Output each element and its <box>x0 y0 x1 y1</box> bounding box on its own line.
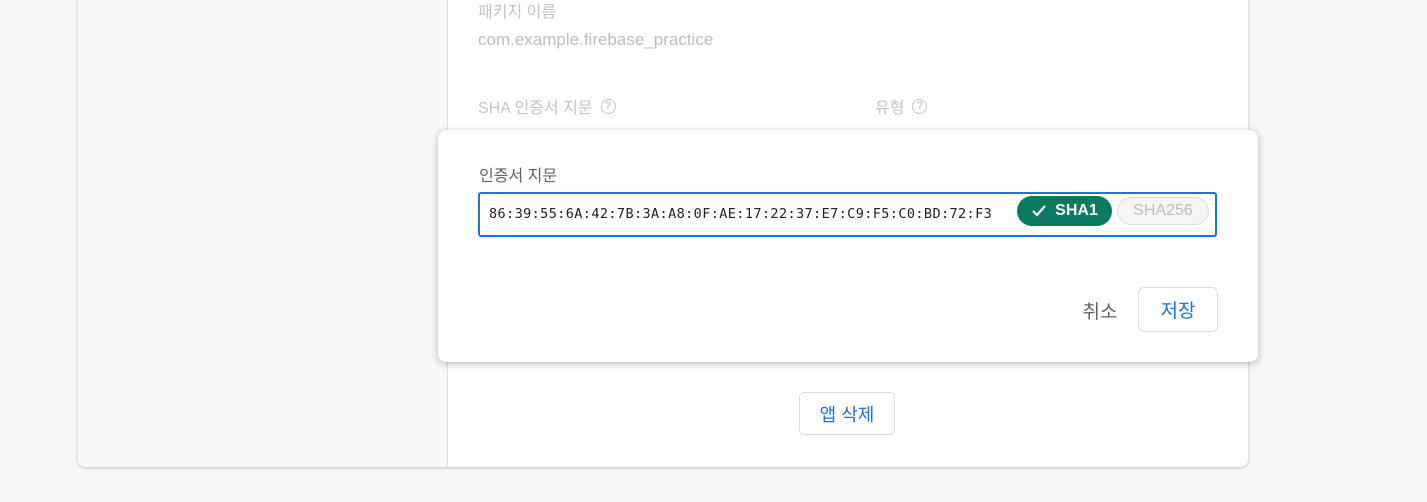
sha-fingerprint-header: SHA 인증서 지문 ? <box>478 94 616 118</box>
check-icon <box>1032 205 1046 217</box>
sha256-chip-label: SHA256 <box>1133 202 1193 219</box>
save-button[interactable]: 저장 <box>1138 287 1218 332</box>
help-icon[interactable]: ? <box>912 98 928 114</box>
fingerprint-input[interactable]: 86:39:55:6A:42:7B:3A:A8:0F:AE:17:22:37:E… <box>478 192 1217 237</box>
add-fingerprint-dialog: 인증서 지문 86:39:55:6A:42:7B:3A:A8:0F:AE:17:… <box>438 130 1258 362</box>
type-header-label: 유형 <box>875 100 905 117</box>
package-name-label: 패키지 이름 <box>478 4 557 21</box>
help-icon[interactable]: ? <box>600 98 616 114</box>
package-name-value: com.example.firebase_practice <box>478 30 714 49</box>
sha-fingerprint-header-label: SHA 인증서 지문 <box>478 100 593 117</box>
type-header: 유형 ? <box>875 94 928 118</box>
cancel-button[interactable]: 취소 <box>1068 288 1132 332</box>
sha1-chip-label: SHA1 <box>1055 202 1098 219</box>
delete-app-button[interactable]: 앱 삭제 <box>799 392 895 435</box>
sha1-chip[interactable]: SHA1 <box>1017 196 1112 226</box>
fingerprint-value: 86:39:55:6A:42:7B:3A:A8:0F:AE:17:22:37:E… <box>489 206 993 222</box>
sha256-chip[interactable]: SHA256 <box>1117 197 1209 225</box>
left-pane <box>78 0 448 467</box>
fingerprint-label: 인증서 지문 <box>479 168 558 185</box>
